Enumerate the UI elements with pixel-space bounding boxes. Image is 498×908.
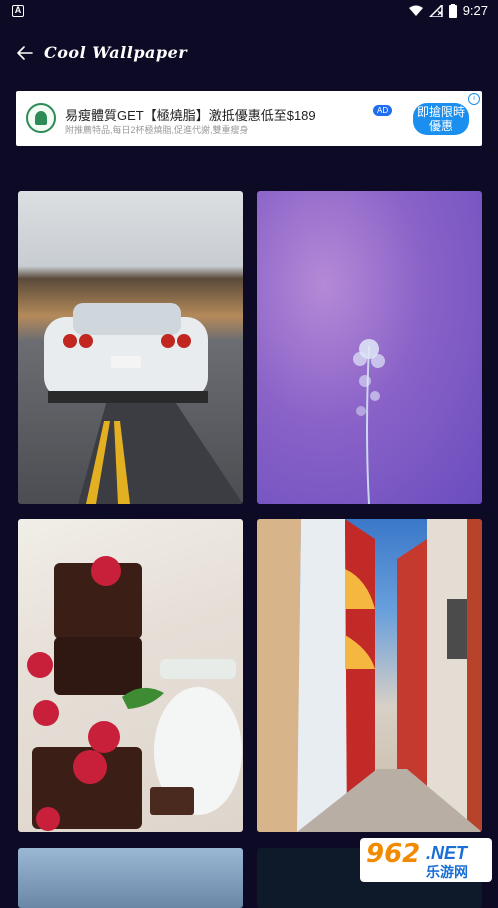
watermark-site: 乐游网 [426,864,468,880]
ad-badge: AD [373,105,393,116]
a-icon: A [12,5,24,17]
status-bar: A 9:27 [0,0,498,24]
wifi-icon [408,5,423,16]
back-arrow-icon[interactable] [14,42,36,64]
wallpaper-purple-flower[interactable] [257,191,482,504]
ad-title: 易瘦體質GET【極燒脂】激抵優惠低至$189 [65,108,316,123]
page-title: Cool Wallpaper [44,43,188,62]
wallpaper-colorful-street[interactable] [257,519,482,832]
status-icons: 9:27 [408,3,488,18]
street-illustration [257,519,482,832]
no-signal-icon [428,4,443,17]
ad-cta-button[interactable]: 即搶限時優惠 [413,103,469,135]
ad-logo [26,103,56,133]
ad-info-icon[interactable]: i [468,93,480,105]
watermark-net: .NET [426,843,468,863]
watermark-number: 962 [366,839,421,869]
wallpaper-chocolate-brownies[interactable] [18,519,243,832]
brownie-illustration [27,556,242,831]
app-bar: Cool Wallpaper [0,30,498,76]
watermark-logo: 962 .NET 乐游网 [360,838,492,882]
battery-icon [448,3,457,18]
wallpaper-mountain-sky[interactable] [18,848,243,908]
ad-subtitle: 附推薦特品,每日2杯極燒脂,促進代謝,雙重瘦身 [65,125,249,135]
wallpaper-car-road[interactable] [18,191,243,504]
car-illustration [44,303,243,504]
ad-banner[interactable]: 易瘦體質GET【極燒脂】激抵優惠低至$189 附推薦特品,每日2杯極燒脂,促進代… [16,91,482,146]
flower-illustration [353,339,385,504]
status-time: 9:27 [462,3,488,18]
